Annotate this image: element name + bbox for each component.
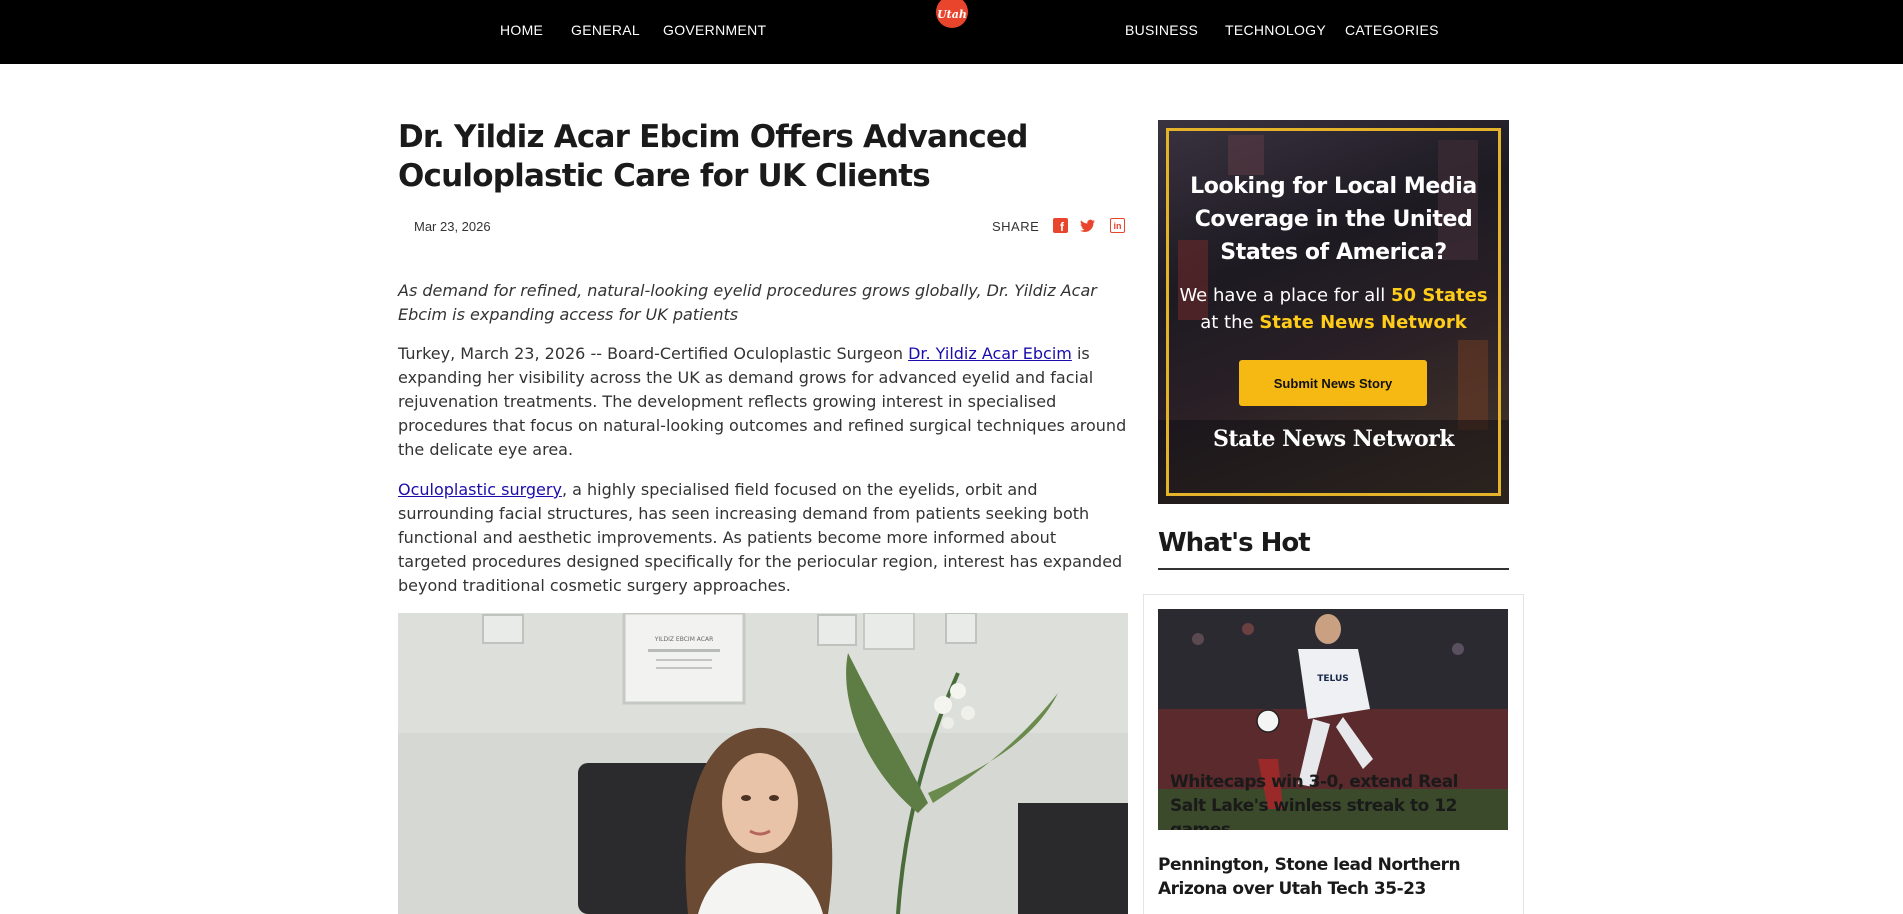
article-title: Dr. Yildiz Acar Ebcim Offers Advanced Oc… — [398, 119, 1028, 194]
hot-story-headline[interactable]: Pennington, Stone lead Northern Arizona … — [1158, 853, 1508, 901]
ad-highlight-states: 50 States — [1391, 285, 1488, 306]
nav-business[interactable]: BUSINESS — [1125, 22, 1198, 38]
twitter-icon[interactable] — [1080, 218, 1095, 233]
hot-image-caption[interactable]: Whitecaps win 3-0, extend Real Salt Lake… — [1170, 770, 1490, 830]
jersey-text: TELUS — [1317, 674, 1349, 684]
state-news-network-ad[interactable]: Looking for Local Media Coverage in the … — [1158, 120, 1509, 504]
whats-hot-heading: What's Hot — [1158, 528, 1311, 558]
nav-categories[interactable]: CATEGORIES — [1345, 22, 1439, 38]
article-paragraph: Turkey, March 23, 2026 -- Board-Certifie… — [398, 342, 1128, 462]
doctor-link[interactable]: Dr. Yildiz Acar Ebcim — [908, 344, 1072, 363]
ad-sub-text: at the — [1200, 312, 1260, 333]
ad-subtext: We have a place for all 50 States at the… — [1178, 282, 1489, 336]
facebook-icon[interactable]: f — [1053, 218, 1068, 234]
certificate-text: YILDIZ EBCIM ACAR — [654, 636, 714, 643]
article-paragraph: Oculoplastic surgery, a highly specialis… — [398, 478, 1128, 598]
hot-story-image[interactable]: TELUS Whitecaps win 3-0, extend Real Sal… — [1158, 609, 1508, 830]
state-news-network-logo: State News Network — [1213, 426, 1454, 452]
article-date: Mar 23, 2026 — [414, 219, 491, 234]
submit-news-story-button[interactable]: Submit News Story — [1239, 360, 1427, 406]
ad-sub-text: We have a place for all — [1179, 285, 1391, 306]
linkedin-icon[interactable]: in — [1110, 218, 1125, 233]
top-nav-bar: HOME GENERAL GOVERNMENT Utah BUSINESS TE… — [0, 0, 1903, 64]
logo-text: Utah — [937, 7, 967, 21]
nav-general[interactable]: GENERAL — [571, 22, 640, 38]
article-lead: As demand for refined, natural-looking e… — [398, 281, 1097, 324]
site-logo[interactable]: Utah — [936, 0, 968, 28]
paragraph-text: Turkey, March 23, 2026 -- Board-Certifie… — [398, 344, 909, 363]
heading-divider — [1158, 568, 1509, 570]
oculoplastic-surgery-link[interactable]: Oculoplastic surgery — [398, 480, 562, 499]
nav-government[interactable]: GOVERNMENT — [663, 22, 766, 38]
share-label: SHARE — [992, 219, 1040, 234]
ad-highlight-network: State News Network — [1259, 312, 1467, 333]
nav-technology[interactable]: TECHNOLOGY — [1225, 22, 1326, 38]
article-photo: YILDIZ EBCIM ACAR — [398, 613, 1128, 914]
nav-home[interactable]: HOME — [500, 22, 543, 38]
ad-headline: Looking for Local Media Coverage in the … — [1190, 174, 1477, 265]
